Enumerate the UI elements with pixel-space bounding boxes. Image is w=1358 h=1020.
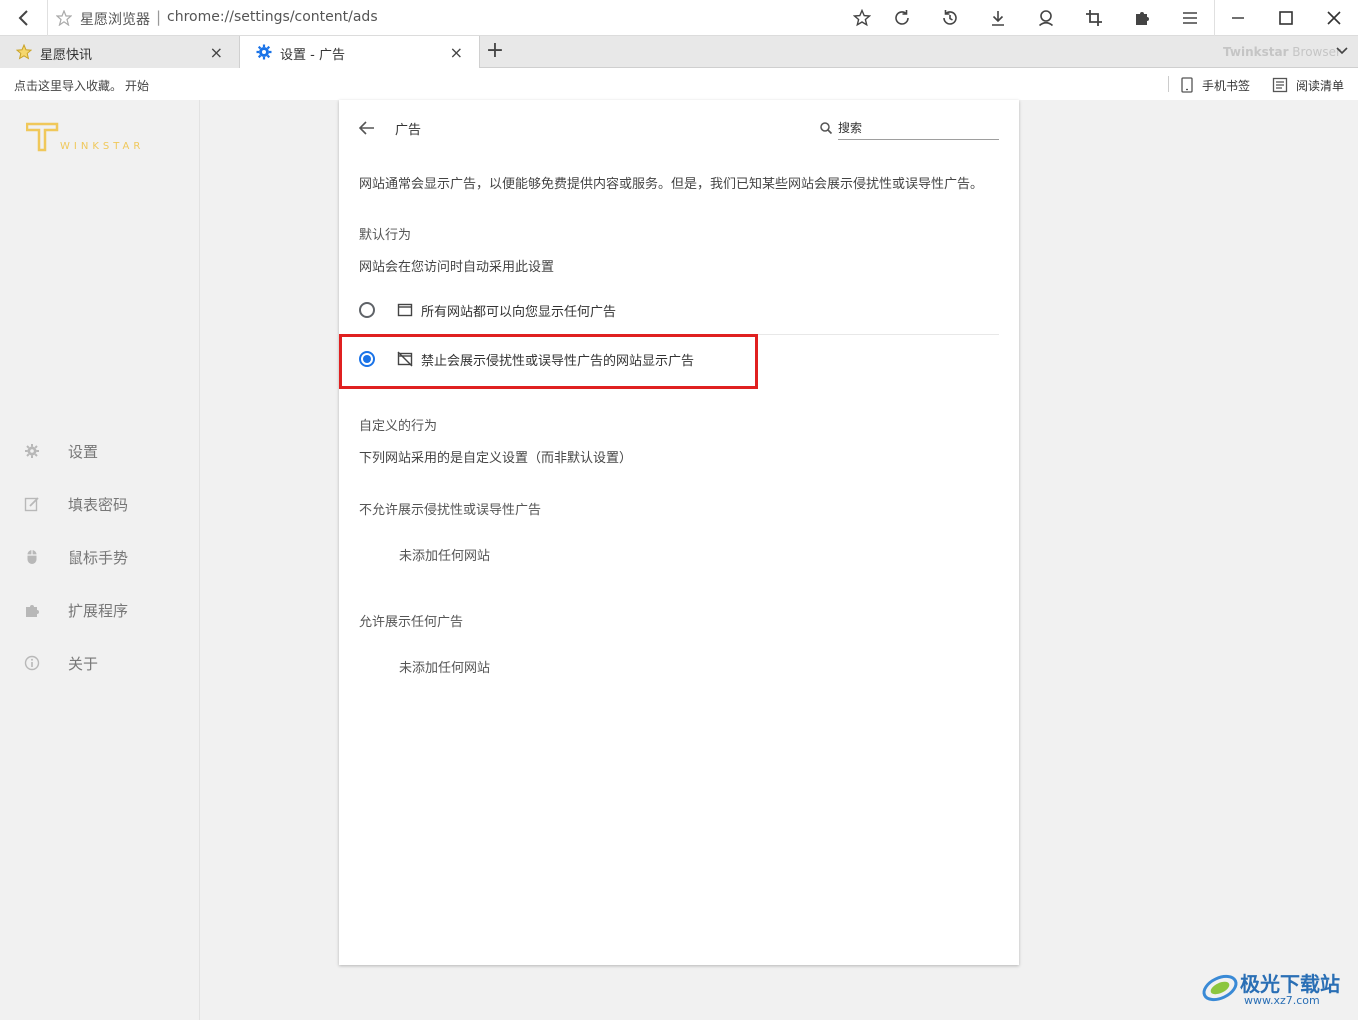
start-link[interactable]: 开始 bbox=[125, 77, 149, 94]
star-icon bbox=[16, 44, 32, 60]
watermark: 极光下载站 www.xz7.com bbox=[1200, 966, 1350, 1010]
sidebar-item-mouse-gestures[interactable]: 鼠标手势 bbox=[0, 537, 199, 577]
site-star-icon bbox=[56, 10, 72, 26]
back-arrow-icon[interactable] bbox=[357, 118, 377, 138]
reading-list-icon bbox=[1272, 77, 1288, 93]
chevron-left-icon bbox=[18, 10, 28, 26]
maximize-icon bbox=[1279, 11, 1293, 25]
bookmark-divider bbox=[1168, 76, 1169, 92]
history-icon[interactable] bbox=[939, 7, 961, 29]
mobile-bookmarks-button[interactable]: 手机书签 bbox=[1180, 76, 1250, 94]
page-title: 广告 bbox=[395, 123, 422, 138]
sidebar-item-label: 扩展程序 bbox=[68, 602, 129, 620]
tab-bar: 星愿快讯 × 设置 - 广告 × + Twinkstar Browser bbox=[0, 36, 1358, 69]
custom-behavior-heading: 自定义的行为 bbox=[359, 419, 438, 434]
watermark-name: 极光下载站 bbox=[1240, 972, 1340, 996]
reading-list-button[interactable]: 阅读清单 bbox=[1272, 76, 1344, 94]
allow-list-heading: 允许展示任何广告 bbox=[359, 615, 464, 630]
option-allow-all-ads[interactable]: 所有网站都可以向您显示任何广告 bbox=[339, 286, 1019, 334]
info-icon bbox=[24, 655, 40, 671]
tab-news[interactable]: 星愿快讯 × bbox=[0, 36, 240, 68]
puzzle-icon bbox=[26, 605, 39, 617]
close-window-button[interactable] bbox=[1310, 0, 1358, 36]
import-bookmarks-hint[interactable]: 点击这里导入收藏。 bbox=[14, 77, 122, 94]
sidebar-item-extensions[interactable]: 扩展程序 bbox=[0, 590, 199, 630]
gear-icon bbox=[25, 444, 39, 458]
phone-icon bbox=[1181, 77, 1193, 93]
close-icon bbox=[1327, 11, 1341, 25]
minimize-button[interactable] bbox=[1214, 0, 1262, 36]
site-name: 星愿浏览器 bbox=[80, 12, 150, 28]
window-icon bbox=[397, 303, 413, 317]
search-input[interactable] bbox=[838, 116, 999, 140]
mobile-bookmarks-label: 手机书签 bbox=[1202, 78, 1251, 93]
download-icon[interactable] bbox=[987, 7, 1009, 29]
tab-settings-ads[interactable]: 设置 - 广告 × bbox=[240, 36, 480, 69]
bookmark-bar: 点击这里导入收藏。 开始 手机书签 阅读清单 bbox=[0, 68, 1358, 100]
custom-behavior-subtitle: 下列网站采用的是自定义设置（而非默认设置） bbox=[359, 451, 633, 466]
tab-label: 星愿快讯 bbox=[40, 48, 93, 63]
new-tab-button[interactable]: + bbox=[482, 40, 508, 64]
back-button[interactable] bbox=[0, 0, 48, 36]
watermark-logo bbox=[1202, 974, 1238, 1002]
mouse-icon bbox=[27, 550, 37, 564]
account-icon[interactable] bbox=[1035, 7, 1057, 29]
browser-brand: Twinkstar Browser bbox=[1223, 45, 1341, 59]
bookmark-star-icon[interactable] bbox=[851, 7, 873, 29]
maximize-button[interactable] bbox=[1262, 0, 1310, 36]
logo-text: WINKSTAR bbox=[60, 141, 145, 152]
allow-list-empty: 未添加任何网站 bbox=[399, 661, 491, 676]
sidebar-item-label: 设置 bbox=[68, 443, 99, 461]
edit-icon bbox=[24, 497, 39, 512]
search-icon bbox=[820, 122, 833, 135]
highlight-annotation bbox=[339, 334, 758, 389]
sidebar-item-about[interactable]: 关于 bbox=[0, 643, 199, 683]
sidebar-item-label: 填表密码 bbox=[68, 496, 129, 514]
block-list-heading: 不允许展示侵扰性或误导性广告 bbox=[359, 503, 542, 518]
sidebar-item-label: 关于 bbox=[68, 655, 99, 673]
gear-icon bbox=[256, 44, 272, 60]
url-separator: | bbox=[156, 8, 162, 26]
reading-list-label: 阅读清单 bbox=[1296, 78, 1345, 93]
minimize-icon bbox=[1232, 17, 1244, 19]
tab-close-button[interactable]: × bbox=[210, 43, 223, 62]
twinkstar-logo bbox=[26, 122, 59, 152]
menu-icon[interactable] bbox=[1179, 7, 1201, 29]
address-bar[interactable]: chrome://settings/content/ads bbox=[167, 9, 378, 25]
crop-screenshot-icon[interactable] bbox=[1083, 7, 1105, 29]
sidebar-item-settings[interactable]: 设置 bbox=[0, 431, 199, 471]
default-behavior-subtitle: 网站会在您访问时自动采用此设置 bbox=[359, 260, 555, 275]
option-label: 所有网站都可以向您显示任何广告 bbox=[421, 305, 617, 320]
ads-settings-card: 广告 网站通常会显示广告，以便能够免费提供内容或服务。但是，我们已知某些网站会展… bbox=[339, 100, 1019, 965]
title-bar: 星愿浏览器 | chrome://settings/content/ads bbox=[0, 0, 1358, 36]
sidebar-item-label: 鼠标手势 bbox=[68, 549, 129, 567]
block-list-empty: 未添加任何网站 bbox=[399, 549, 491, 564]
reload-icon[interactable] bbox=[891, 7, 913, 29]
sidebar-item-autofill[interactable]: 填表密码 bbox=[0, 484, 199, 524]
page-description: 网站通常会显示广告，以便能够免费提供内容或服务。但是，我们已知某些网站会展示侵扰… bbox=[359, 177, 984, 192]
settings-sidebar: WINKSTAR 设置 填表密码 鼠标手势 扩展程序 关于 bbox=[0, 100, 200, 1020]
tab-close-button[interactable]: × bbox=[450, 43, 463, 62]
default-behavior-heading: 默认行为 bbox=[359, 228, 412, 243]
tab-label: 设置 - 广告 bbox=[280, 48, 345, 63]
extension-icon[interactable] bbox=[1131, 7, 1153, 29]
chevron-down-icon[interactable] bbox=[1335, 44, 1349, 58]
watermark-url: www.xz7.com bbox=[1244, 994, 1320, 1007]
radio-allow-all[interactable] bbox=[359, 302, 375, 318]
